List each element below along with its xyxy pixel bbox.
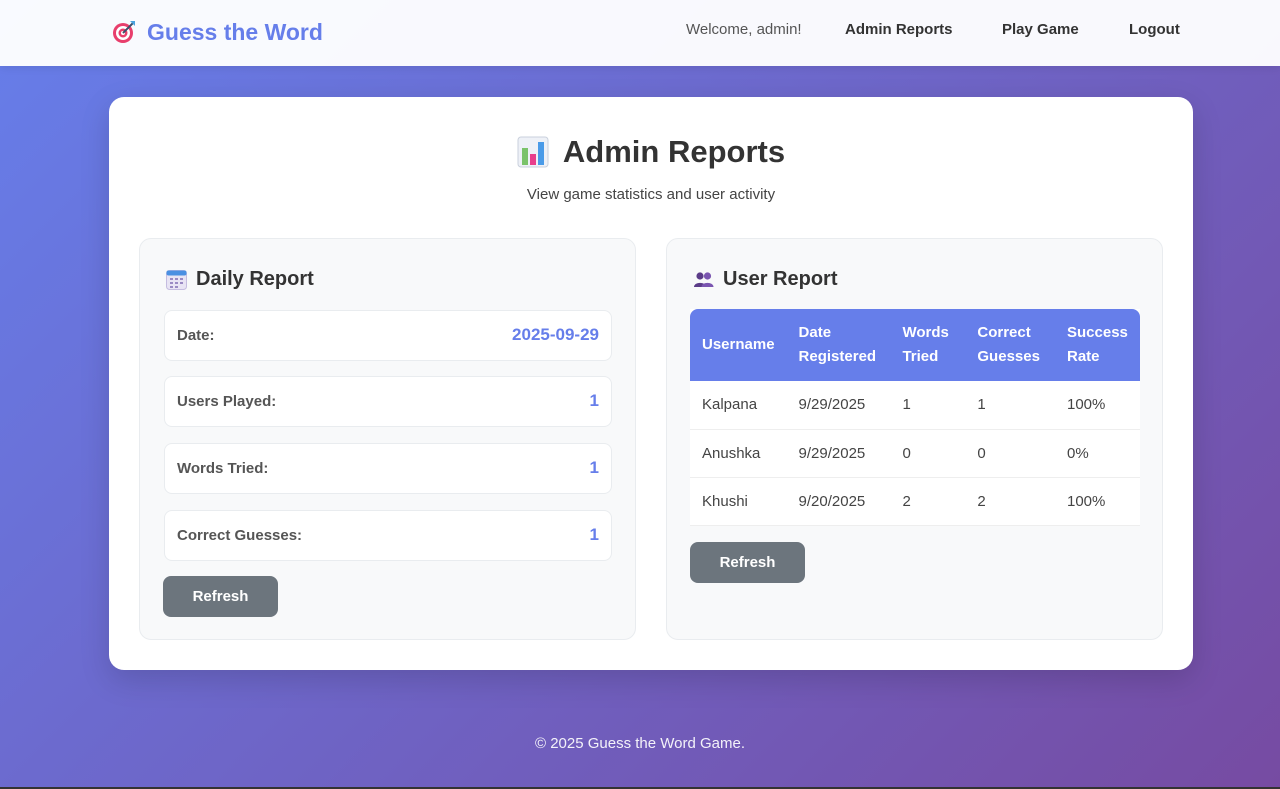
cell-words-tried: 2	[890, 477, 966, 526]
cell-username: Anushka	[690, 429, 787, 478]
header-line: Words	[902, 324, 949, 341]
user-report-title-text: User Report	[723, 268, 838, 290]
target-icon	[111, 19, 137, 45]
brand-link[interactable]: Guess the Word	[111, 17, 323, 47]
page-title-text: Admin Reports	[562, 134, 786, 169]
stat-correct-guesses: Correct Guesses: 1	[164, 510, 612, 561]
cell-success-rate: 0%	[1055, 429, 1140, 478]
header-line: Rate	[1067, 348, 1100, 365]
column-header-correct-guesses: Correct Guesses	[965, 309, 1055, 381]
user-report-title: User Report	[693, 268, 837, 291]
table-row: Anushka 9/29/2025 0 0 0%	[690, 429, 1140, 478]
stat-label: Words Tried:	[177, 460, 269, 477]
cell-date-registered: 9/29/2025	[786, 381, 891, 430]
stat-date: Date: 2025-09-29	[164, 310, 612, 361]
cell-words-tried: 1	[890, 381, 966, 430]
daily-report-card: Daily Report Date: 2025-09-29 Users Play…	[139, 238, 636, 640]
table-row: Khushi 9/20/2025 2 2 100%	[690, 477, 1140, 526]
stat-users-played: Users Played: 1	[164, 376, 612, 427]
daily-report-title: Daily Report	[166, 268, 314, 291]
users-icon	[693, 269, 714, 290]
header-line: Username	[702, 336, 775, 353]
column-header-username: Username	[690, 309, 787, 381]
user-refresh-button[interactable]: Refresh	[690, 542, 805, 583]
stat-label: Date:	[177, 327, 215, 344]
daily-report-title-text: Daily Report	[196, 268, 314, 290]
cell-success-rate: 100%	[1055, 477, 1140, 526]
column-header-success-rate: Success Rate	[1055, 309, 1140, 381]
table-header-row: Username Date Registered Words Tried Cor…	[690, 309, 1140, 381]
page-subtitle: View game statistics and user activity	[526, 186, 776, 203]
reports-container: Admin Reports View game statistics and u…	[109, 97, 1193, 670]
user-report-card: User Report Username Date Registered Wor…	[666, 238, 1163, 640]
stat-value: 1	[589, 458, 599, 477]
cell-date-registered: 9/29/2025	[786, 429, 891, 478]
header-line: Date	[798, 324, 832, 341]
nav-play-game[interactable]: Play Game	[1002, 21, 1079, 38]
stat-value: 1	[589, 525, 599, 544]
daily-refresh-button[interactable]: Refresh	[163, 576, 278, 617]
navbar: Guess the Word Welcome, admin! Admin Rep…	[0, 0, 1280, 66]
welcome-text: Welcome, admin!	[686, 21, 802, 38]
cell-correct-guesses: 0	[965, 429, 1055, 478]
calendar-icon	[166, 269, 187, 290]
cell-username: Khushi	[690, 477, 787, 526]
cell-username: Kalpana	[690, 381, 787, 430]
header-line: Registered	[798, 348, 877, 365]
stat-words-tried: Words Tried: 1	[164, 443, 612, 494]
cell-correct-guesses: 1	[965, 381, 1055, 430]
stat-label: Users Played:	[177, 393, 277, 410]
cell-words-tried: 0	[890, 429, 966, 478]
column-header-words-tried: Words Tried	[890, 309, 965, 381]
header-line: Guesses	[977, 348, 1040, 365]
nav-admin-reports[interactable]: Admin Reports	[845, 21, 953, 38]
cell-success-rate: 100%	[1055, 381, 1140, 430]
header-line: Tried	[902, 348, 939, 365]
stat-value: 1	[589, 391, 599, 410]
nav-logout[interactable]: Logout	[1129, 21, 1180, 38]
table-row: Kalpana 9/29/2025 1 1 100%	[690, 381, 1140, 430]
cell-date-registered: 9/20/2025	[786, 477, 891, 526]
cell-correct-guesses: 2	[965, 477, 1055, 526]
column-header-date-registered: Date Registered	[787, 309, 891, 381]
footer-text: © 2025 Guess the Word Game.	[534, 735, 746, 752]
stat-value: 2025-09-29	[512, 325, 599, 344]
page-title: Admin Reports	[109, 134, 1193, 170]
brand-title: Guess the Word	[147, 18, 323, 45]
user-report-table: Username Date Registered Words Tried Cor…	[690, 309, 1140, 526]
bar-chart-icon	[517, 136, 549, 168]
stat-label: Correct Guesses:	[177, 527, 303, 544]
header-line: Success	[1067, 324, 1128, 341]
header-line: Correct	[977, 324, 1031, 341]
